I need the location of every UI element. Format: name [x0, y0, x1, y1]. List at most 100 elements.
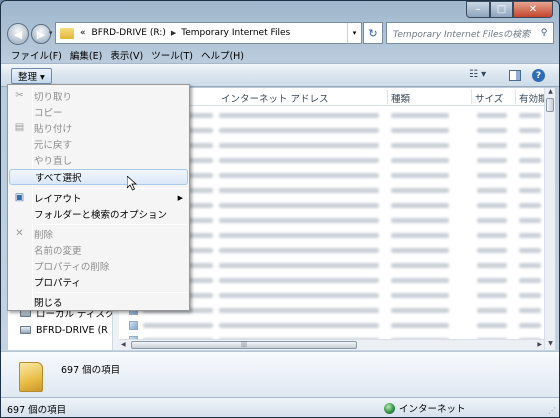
- address-overflow[interactable]: «: [80, 28, 86, 38]
- scroll-left-icon[interactable]: ◀: [121, 341, 126, 348]
- menu-item-folder-options[interactable]: フォルダーと検索のオプション: [9, 206, 188, 222]
- redacted-cell: [477, 248, 507, 253]
- redacted-cell: [519, 323, 541, 328]
- horizontal-scrollbar[interactable]: ◀ ||| ▶: [119, 339, 544, 350]
- maximize-button[interactable]: □: [490, 1, 513, 18]
- nav-item-label: BFRD-DRIVE (R: [36, 324, 108, 336]
- redacted-cell: [477, 323, 507, 328]
- minimize-button[interactable]: –: [466, 1, 490, 18]
- search-input[interactable]: Temporary Internet Filesの検索 ⚲: [386, 22, 554, 44]
- menu-item-label: プロパティの削除: [34, 262, 110, 273]
- redacted-cell: [477, 218, 507, 223]
- recent-pages-dropdown[interactable]: ▾: [49, 29, 53, 37]
- menu-item-cut[interactable]: ✂ 切り取り: [9, 88, 188, 104]
- redacted-cell: [477, 293, 507, 298]
- redacted-cell: [219, 218, 379, 223]
- chevron-down-icon[interactable]: ▾: [347, 23, 361, 43]
- drive-icon: [20, 326, 31, 334]
- column-header-type[interactable]: 種類: [391, 91, 410, 105]
- redacted-cell: [519, 143, 541, 148]
- menu-item-remove-properties[interactable]: プロパティの削除: [9, 258, 188, 274]
- scroll-down-icon[interactable]: ▼: [545, 340, 555, 350]
- menu-view[interactable]: 表示(V): [110, 48, 143, 62]
- preview-pane-icon[interactable]: [509, 70, 521, 81]
- column-header-size[interactable]: サイズ: [475, 91, 503, 105]
- redacted-cell: [519, 278, 541, 283]
- menu-tools[interactable]: ツール(T): [151, 48, 193, 62]
- address-segment-folder[interactable]: Temporary Internet Files: [181, 28, 290, 38]
- clipboard-icon: ▤: [14, 122, 25, 133]
- redacted-cell: [219, 128, 379, 133]
- submenu-arrow-icon: ▶: [177, 194, 183, 202]
- explorer-window: – □ ✕ ◀ ▶ ▾ « BFRD-DRIVE (R:) ▶ Temporar…: [0, 0, 560, 418]
- redacted-cell: [519, 218, 541, 223]
- menu-item-undo[interactable]: 元に戻す: [9, 136, 188, 152]
- redacted-cell: [219, 203, 379, 208]
- menu-item-select-all[interactable]: すべて選択: [9, 169, 188, 185]
- redacted-cell: [477, 308, 507, 313]
- redacted-cell: [477, 233, 507, 238]
- zone-label: インターネット: [399, 404, 466, 415]
- scissors-icon: ✂: [15, 90, 24, 101]
- redacted-cell: [477, 188, 507, 193]
- redacted-cell: [219, 278, 379, 283]
- refresh-button[interactable]: ↻: [363, 22, 383, 44]
- menu-item-copy[interactable]: コピー: [9, 104, 188, 120]
- menu-item-label: フォルダーと検索のオプション: [34, 210, 168, 221]
- redacted-cell: [519, 248, 541, 253]
- menu-item-rename[interactable]: 名前の変更: [9, 242, 188, 258]
- address-segment-drive[interactable]: BFRD-DRIVE (R:): [92, 28, 166, 38]
- back-button[interactable]: ◀: [7, 23, 29, 45]
- menu-item-label: プロパティ: [34, 278, 81, 289]
- globe-icon: [384, 402, 395, 414]
- menu-help[interactable]: ヘルプ(H): [201, 48, 244, 62]
- menu-file[interactable]: ファイル(F): [11, 48, 62, 62]
- resize-grip-icon[interactable]: ⋰: [548, 406, 556, 415]
- redacted-cell: [219, 158, 379, 163]
- menu-edit[interactable]: 編集(E): [70, 48, 102, 62]
- scroll-thumb[interactable]: [546, 98, 554, 112]
- redacted-cell: [519, 293, 541, 298]
- search-placeholder: Temporary Internet Filesの検索: [393, 29, 531, 40]
- search-icon[interactable]: ⚲: [535, 28, 553, 38]
- menu-item-paste[interactable]: ▤ 貼り付け: [9, 120, 188, 136]
- redacted-cell: [219, 323, 379, 328]
- redacted-cell: [391, 263, 449, 268]
- status-bar: 697 個の項目 インターネット ⋰: [1, 397, 559, 417]
- redacted-cell: [477, 113, 507, 118]
- forward-button[interactable]: ▶: [31, 24, 51, 44]
- redacted-cell: [391, 173, 449, 178]
- redacted-cell: [477, 143, 507, 148]
- address-bar[interactable]: « BFRD-DRIVE (R:) ▶ Temporary Internet F…: [55, 22, 362, 44]
- nav-item-bfrd-drive[interactable]: BFRD-DRIVE (R: [20, 323, 108, 337]
- view-options-icon[interactable]: ☷ ▾: [469, 69, 486, 80]
- redacted-cell: [219, 308, 379, 313]
- vertical-scrollbar[interactable]: ▲ ▼: [544, 88, 555, 350]
- window-controls: – □ ✕: [466, 1, 553, 19]
- redacted-cell: [391, 158, 449, 163]
- menu-item-layout[interactable]: ▣ レイアウト ▶: [9, 190, 188, 206]
- redacted-cell: [391, 188, 449, 193]
- menu-item-redo[interactable]: やり直し: [9, 152, 188, 168]
- menu-item-label: やり直し: [34, 156, 73, 167]
- organize-button[interactable]: 整理 ▾: [11, 68, 52, 84]
- help-icon[interactable]: ?: [532, 69, 545, 82]
- scroll-right-icon[interactable]: ▶: [537, 341, 542, 348]
- redacted-cell: [519, 233, 541, 238]
- close-button[interactable]: ✕: [513, 1, 553, 18]
- menu-item-close[interactable]: 閉じる: [9, 294, 188, 310]
- forward-arrow-icon: ▶: [36, 27, 46, 41]
- horizontal-scroll-thumb[interactable]: |||: [131, 341, 357, 349]
- chevron-right-icon[interactable]: ▶: [171, 29, 176, 37]
- redacted-cell: [477, 158, 507, 163]
- redacted-cell: [391, 143, 449, 148]
- menu-item-properties[interactable]: プロパティ: [9, 274, 188, 290]
- refresh-icon: ↻: [368, 26, 378, 40]
- menu-item-delete[interactable]: ✕ 削除: [9, 226, 188, 242]
- scroll-up-icon[interactable]: ▲: [545, 88, 555, 98]
- redacted-cell: [477, 278, 507, 283]
- table-row[interactable]: [119, 318, 544, 333]
- menu-separator: [35, 188, 187, 189]
- column-header-address[interactable]: インターネット アドレス: [221, 91, 329, 105]
- back-arrow-icon: ◀: [13, 27, 23, 41]
